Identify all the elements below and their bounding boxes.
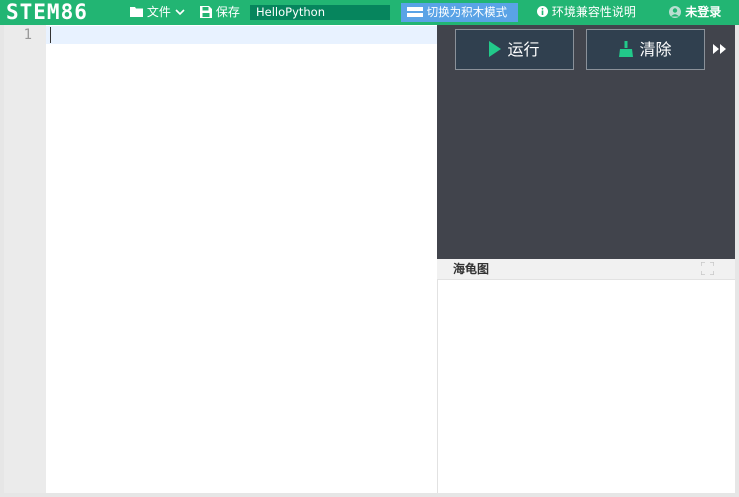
fast-forward-icon bbox=[713, 44, 726, 54]
chevron-down-icon bbox=[175, 8, 185, 15]
compatibility-link[interactable]: 环境兼容性说明 bbox=[537, 0, 636, 25]
project-name-input[interactable] bbox=[250, 5, 390, 20]
turtle-canvas[interactable] bbox=[437, 280, 735, 493]
switch-to-blocks-label: 切换为积木模式 bbox=[426, 5, 508, 19]
user-icon bbox=[669, 5, 681, 18]
line-number: 1 bbox=[23, 27, 32, 43]
top-toolbar: STEM86 文件 保存 切换为积木模式 环境兼容性说明 未登录 bbox=[0, 0, 739, 25]
window-frame-bottom bbox=[0, 493, 739, 497]
folder-icon bbox=[130, 7, 143, 17]
clear-button-label: 清除 bbox=[639, 40, 672, 59]
turtle-panel-title: 海龟图 bbox=[453, 262, 490, 276]
line-number-gutter bbox=[4, 25, 46, 493]
save-icon bbox=[200, 5, 212, 18]
save-button-label: 保存 bbox=[215, 5, 240, 19]
switch-to-blocks-button[interactable]: 切换为积木模式 bbox=[401, 3, 518, 22]
app-logo[interactable]: STEM86 bbox=[6, 1, 88, 24]
file-menu[interactable]: 文件 bbox=[130, 0, 185, 25]
broom-icon bbox=[619, 41, 634, 57]
run-button-label: 运行 bbox=[507, 40, 540, 59]
run-button[interactable]: 运行 bbox=[455, 29, 574, 70]
code-editor[interactable] bbox=[46, 25, 437, 493]
text-cursor bbox=[50, 27, 51, 43]
collapse-panel-button[interactable] bbox=[711, 40, 729, 58]
turtle-panel-header: 海龟图 bbox=[437, 259, 735, 280]
info-icon bbox=[537, 6, 548, 17]
active-line-highlight bbox=[46, 26, 437, 44]
blocks-icon bbox=[407, 6, 423, 17]
file-menu-label: 文件 bbox=[146, 5, 171, 19]
window-frame-right bbox=[735, 25, 739, 497]
clear-button[interactable]: 清除 bbox=[586, 29, 705, 70]
save-button[interactable]: 保存 bbox=[200, 0, 240, 25]
fullscreen-icon[interactable] bbox=[701, 262, 714, 275]
login-label: 未登录 bbox=[685, 5, 722, 19]
play-icon bbox=[489, 41, 502, 57]
login-button[interactable]: 未登录 bbox=[669, 0, 721, 25]
compatibility-label: 环境兼容性说明 bbox=[551, 5, 636, 19]
